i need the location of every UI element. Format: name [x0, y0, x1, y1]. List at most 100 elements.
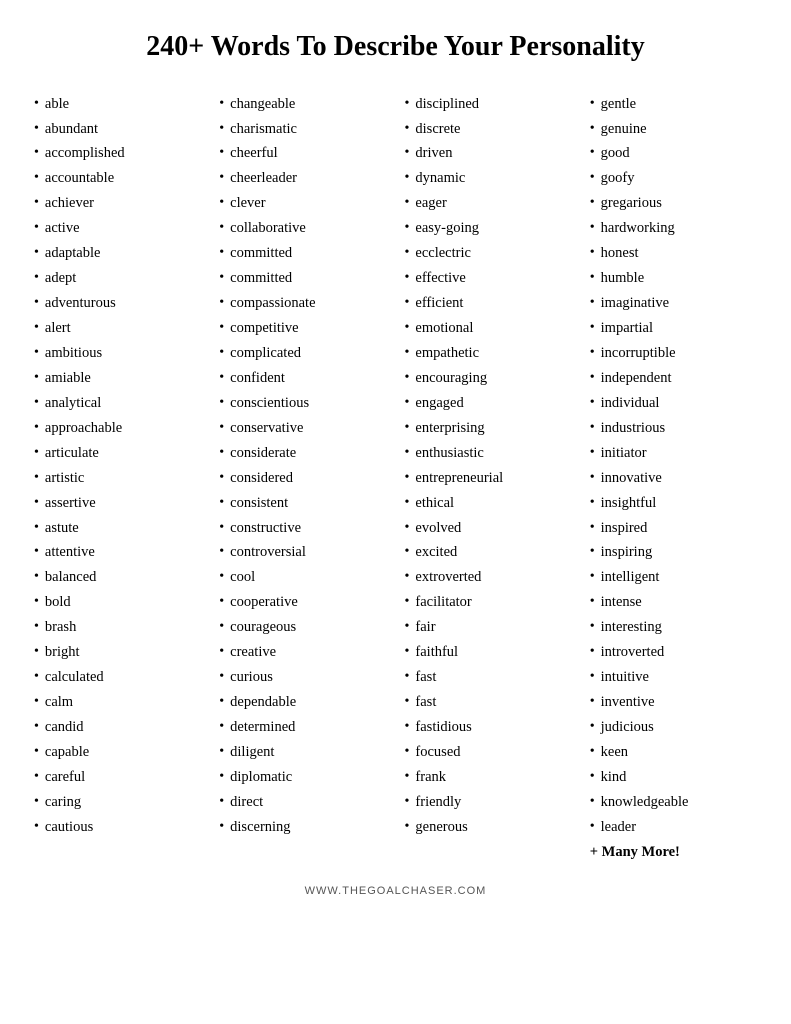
list-item: •enterprising [401, 416, 576, 441]
list-item: •enthusiastic [401, 441, 576, 466]
word-text: active [45, 216, 80, 241]
word-text: brash [45, 615, 76, 640]
list-item: •courageous [215, 615, 390, 640]
word-text: attentive [45, 540, 95, 565]
list-item: •goofy [586, 166, 761, 191]
bullet-icon: • [219, 665, 224, 689]
list-item: •intelligent [586, 565, 761, 590]
word-text: discerning [230, 815, 290, 840]
word-text: encouraging [415, 366, 487, 391]
word-text: cautious [45, 815, 93, 840]
list-item: •encouraging [401, 366, 576, 391]
word-text: inspiring [601, 540, 653, 565]
bullet-icon: • [219, 690, 224, 714]
list-item: •constructive [215, 516, 390, 541]
list-item: •good [586, 141, 761, 166]
bullet-icon: • [34, 441, 39, 465]
bullet-icon: • [405, 341, 410, 365]
bullet-icon: • [405, 665, 410, 689]
bullet-icon: • [219, 615, 224, 639]
list-item: •intuitive [586, 665, 761, 690]
word-text: achiever [45, 191, 94, 216]
bullet-icon: • [219, 241, 224, 265]
list-item: •empathetic [401, 341, 576, 366]
word-text: caring [45, 790, 81, 815]
bullet-icon: • [34, 590, 39, 614]
list-item: •adaptable [30, 241, 205, 266]
bullet-icon: • [34, 690, 39, 714]
word-text: gentle [601, 92, 636, 117]
bullet-icon: • [219, 540, 224, 564]
list-item: •direct [215, 790, 390, 815]
list-item: •discrete [401, 117, 576, 142]
bullet-icon: • [405, 191, 410, 215]
bullet-icon: • [219, 516, 224, 540]
bullet-icon: • [34, 416, 39, 440]
bullet-icon: • [219, 815, 224, 839]
list-item: •discerning [215, 815, 390, 840]
word-text: conservative [230, 416, 303, 441]
word-text: eager [415, 191, 446, 216]
bullet-icon: • [219, 790, 224, 814]
bullet-icon: • [405, 466, 410, 490]
bullet-icon: • [34, 516, 39, 540]
bullet-icon: • [590, 715, 595, 739]
bullet-icon: • [405, 316, 410, 340]
list-item: •caring [30, 790, 205, 815]
bullet-icon: • [405, 491, 410, 515]
bullet-icon: • [34, 92, 39, 116]
list-item: •adept [30, 266, 205, 291]
word-text: careful [45, 765, 85, 790]
list-item: •articulate [30, 441, 205, 466]
bullet-icon: • [405, 765, 410, 789]
bullet-icon: • [219, 391, 224, 415]
bullet-icon: • [219, 416, 224, 440]
word-text: interesting [601, 615, 662, 640]
list-item: •gregarious [586, 191, 761, 216]
list-item: •inspired [586, 516, 761, 541]
word-text: fastidious [415, 715, 471, 740]
bullet-icon: • [405, 216, 410, 240]
bullet-icon: • [219, 141, 224, 165]
bullet-icon: • [590, 615, 595, 639]
bullet-icon: • [405, 565, 410, 589]
list-item: •cool [215, 565, 390, 590]
word-text: candid [45, 715, 84, 740]
bullet-icon: • [219, 291, 224, 315]
bullet-icon: • [219, 466, 224, 490]
word-text: cool [230, 565, 255, 590]
list-item: •analytical [30, 391, 205, 416]
list-item: •complicated [215, 341, 390, 366]
word-text: faithful [415, 640, 458, 665]
list-item: •humble [586, 266, 761, 291]
list-item: •attentive [30, 540, 205, 565]
list-item: •cooperative [215, 590, 390, 615]
list-item: •ambitious [30, 341, 205, 366]
bullet-icon: • [590, 316, 595, 340]
word-text: frank [415, 765, 446, 790]
word-columns: •able•abundant•accomplished•accountable•… [30, 92, 761, 865]
word-text: diligent [230, 740, 274, 765]
word-text: articulate [45, 441, 99, 466]
list-item: •introverted [586, 640, 761, 665]
word-text: adventurous [45, 291, 116, 316]
list-item: •able [30, 92, 205, 117]
word-text: bold [45, 590, 71, 615]
list-item: •charismatic [215, 117, 390, 142]
bullet-icon: • [590, 740, 595, 764]
list-item: •entrepreneurial [401, 466, 576, 491]
list-item: •adventurous [30, 291, 205, 316]
word-text: astute [45, 516, 79, 541]
word-text: adept [45, 266, 76, 291]
list-item: •curious [215, 665, 390, 690]
bullet-icon: • [34, 715, 39, 739]
word-text: competitive [230, 316, 298, 341]
list-item: •keen [586, 740, 761, 765]
bullet-icon: • [590, 540, 595, 564]
list-item: •friendly [401, 790, 576, 815]
page-title: 240+ Words To Describe Your Personality [30, 30, 761, 64]
word-text: clever [230, 191, 265, 216]
list-item: •committed [215, 266, 390, 291]
list-item: •effective [401, 266, 576, 291]
list-item: •facilitator [401, 590, 576, 615]
